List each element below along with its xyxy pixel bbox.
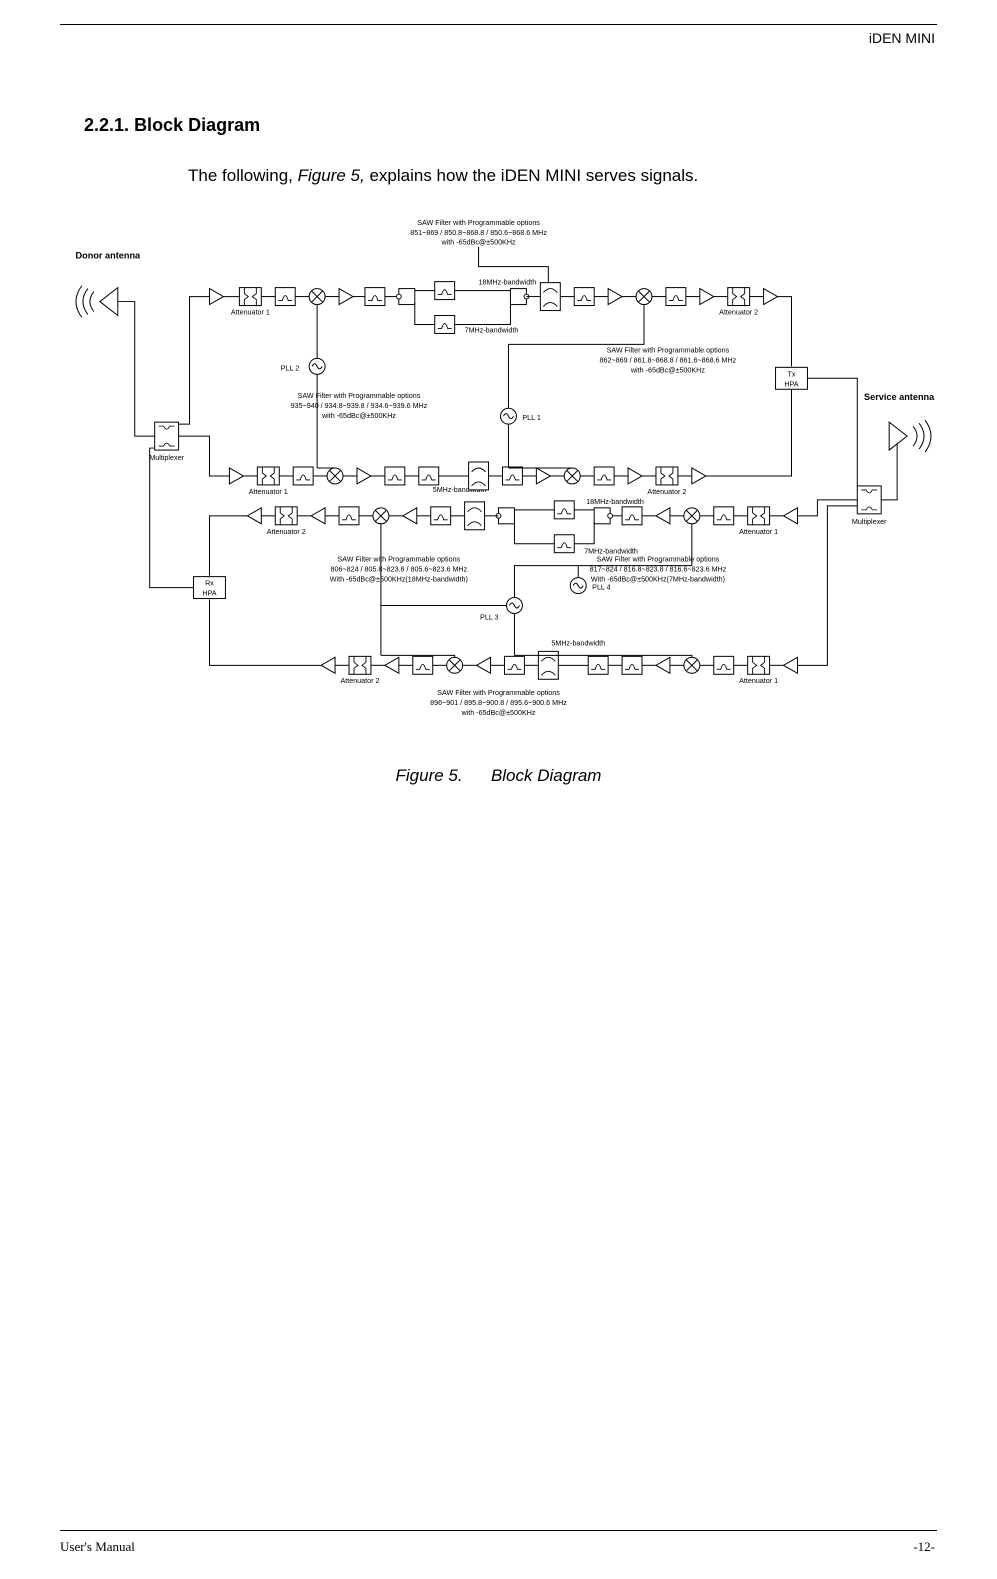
intro-prefix: The following,: [188, 166, 298, 185]
saw4-l3: With -65dBc@±500KHz(18MHz-bandwidth): [330, 576, 468, 584]
saw3-l1: SAW Filter with Programmable options: [298, 392, 421, 400]
figure-caption-num: Figure 5.: [396, 766, 463, 785]
rx-hpa-l2: HPA: [202, 590, 216, 598]
row3-bw7: 7MHz-bandwidth: [584, 548, 638, 556]
footer-left: User's Manual: [60, 1539, 135, 1555]
donor-antenna-label-l1: Donor antenna: [76, 251, 142, 261]
right-multiplexer-icon: [857, 486, 881, 514]
left-multiplexer-label: Multiplexer: [149, 454, 184, 462]
row3-att2-label: Attenuator 2: [267, 528, 306, 536]
saw1-l1: SAW Filter with Programmable options: [417, 219, 540, 227]
figure-caption-title: Block Diagram: [491, 766, 602, 785]
saw5-l3: With -65dBc@±500KHz(7MHz-bandwidth): [591, 576, 725, 584]
section-title: Block Diagram: [134, 115, 260, 135]
service-antenna-label: Service antenna: [864, 392, 935, 402]
section-number: 2.2.1.: [84, 115, 129, 135]
row1-bw7: 7MHz-bandwidth: [465, 326, 519, 334]
row1-att1-label: Attenuator 1: [231, 309, 270, 317]
service-antenna-icon: [889, 420, 931, 452]
saw3-l3: with -65dBc@±500KHz: [321, 412, 396, 420]
row3-att1-label: Attenuator 1: [739, 528, 778, 536]
footer-rule: [60, 1530, 937, 1531]
row4-att2-label: Attenuator 2: [340, 677, 379, 685]
tx-hpa-l1: Tx: [788, 370, 796, 378]
intro-figure-ref: Figure 5,: [298, 166, 365, 185]
donor-antenna-icon: [76, 286, 118, 318]
block-diagram: Donor antenna Multiplexer Attenuator 1: [60, 206, 937, 726]
intro-text: The following, Figure 5, explains how th…: [188, 166, 937, 186]
saw3-l2: 935~940 / 934.8~939.8 / 934.6~939.6 MHz: [291, 402, 428, 410]
left-multiplexer-icon: [155, 422, 179, 450]
pll1-label: PLL 1: [522, 414, 540, 422]
saw5-l1: SAW Filter with Programmable options: [597, 556, 720, 564]
saw4-l1: SAW Filter with Programmable options: [338, 556, 461, 564]
intro-suffix: explains how the iDEN MINI serves signal…: [365, 166, 699, 185]
saw2-l3: with -65dBc@±500KHz: [630, 366, 705, 374]
pll4-label: PLL 4: [592, 584, 610, 592]
saw4-l2: 806~824 / 805.8~823.8 / 805.6~823.6 MHz: [330, 566, 467, 574]
saw2-l1: SAW Filter with Programmable options: [607, 346, 730, 354]
row1-bw18: 18MHz-bandwidth: [479, 279, 537, 287]
row4-att1-label: Attenuator 1: [739, 677, 778, 685]
saw1-l2: 851~869 / 850.8~868.8 / 850.6~868.6 MHz: [410, 229, 547, 237]
figure-caption: Figure 5. Block Diagram: [60, 766, 937, 786]
pll2-label: PLL 2: [281, 364, 299, 372]
footer-right: -12-: [913, 1539, 935, 1555]
section-heading: 2.2.1. Block Diagram: [84, 115, 937, 136]
header-rule: [60, 24, 937, 25]
row4-bw5: 5MHz-bandwidth: [551, 639, 605, 647]
rx-hpa-l1: Rx: [205, 580, 214, 588]
pll3-label: PLL 3: [480, 613, 498, 621]
saw1-l3: with -65dBc@±500KHz: [441, 239, 516, 247]
figure-container: Donor antenna Multiplexer Attenuator 1: [60, 206, 937, 726]
header-product: iDEN MINI: [869, 30, 935, 46]
tx-hpa-l2: HPA: [784, 380, 798, 388]
document-page: iDEN MINI 2.2.1. Block Diagram The follo…: [0, 24, 997, 1579]
row1-att2-label: Attenuator 2: [719, 309, 758, 317]
row2-att1-label: Attenuator 1: [249, 488, 288, 496]
saw6-l1: SAW Filter with Programmable options: [437, 689, 560, 697]
right-multiplexer-label: Multiplexer: [852, 518, 887, 526]
saw2-l2: 862~869 / 861.8~868.8 / 861.6~868.6 MHz: [600, 356, 737, 364]
saw6-l3: with -65dBc@±500KHz: [460, 709, 535, 717]
row2-att2-label: Attenuator 2: [647, 488, 686, 496]
saw6-l2: 896~901 / 895.8~900.8 / 895.6~900.6 MHz: [430, 699, 567, 707]
row3-bw18: 18MHz-bandwidth: [586, 498, 644, 506]
saw5-l2: 817~824 / 816.8~823.8 / 816.6~823.6 MHz: [590, 566, 727, 574]
